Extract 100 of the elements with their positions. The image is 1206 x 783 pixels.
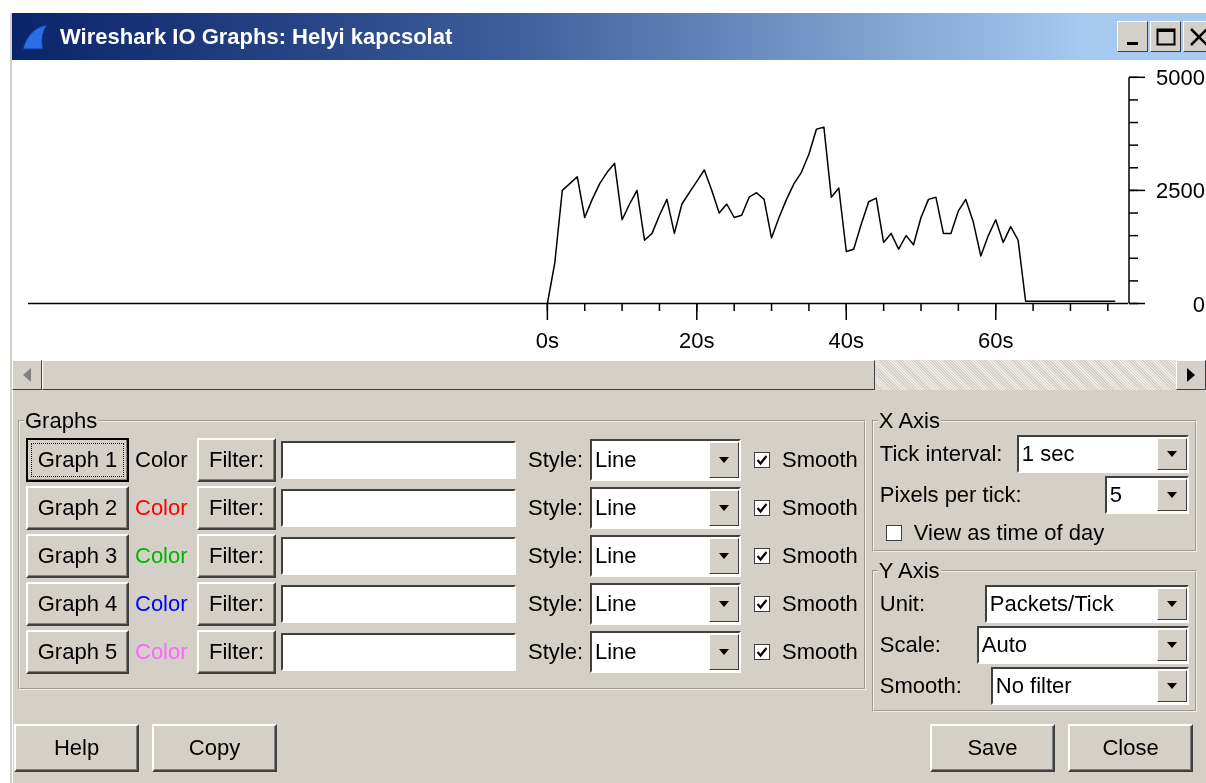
group-title: X Axis: [877, 408, 941, 434]
caret-icon: [719, 649, 729, 655]
y-tick-label: 5000: [1156, 65, 1205, 91]
style-label: Style:: [528, 591, 585, 617]
graph-button[interactable]: Graph 2: [26, 486, 129, 530]
scale-dropdown[interactable]: Auto: [976, 626, 1189, 664]
scroll-thumb[interactable]: [42, 360, 875, 390]
style-dropdown[interactable]: Line: [590, 535, 741, 577]
filter-field[interactable]: [281, 489, 516, 527]
field-label: Smooth:: [879, 673, 962, 699]
dropdown-button[interactable]: [1156, 670, 1187, 702]
scroll-left-button[interactable]: [12, 360, 42, 390]
filter-field[interactable]: [281, 441, 516, 479]
dialog-button[interactable]: Close: [1068, 724, 1193, 772]
color-label[interactable]: Color: [135, 447, 193, 473]
check-icon: [756, 502, 768, 514]
smooth-checkbox[interactable]: [754, 500, 770, 516]
filter-button[interactable]: Filter:: [197, 582, 276, 626]
dropdown-button[interactable]: [709, 634, 739, 670]
smooth-checkbox[interactable]: [754, 644, 770, 660]
dropdown-button[interactable]: [1156, 479, 1187, 511]
caret-icon: [1166, 601, 1177, 607]
close-button[interactable]: [1183, 21, 1206, 52]
field-label: Scale:: [879, 632, 941, 658]
filter-button[interactable]: Filter:: [197, 438, 276, 482]
field-label: Unit:: [879, 591, 926, 617]
filter-button[interactable]: Filter:: [197, 630, 276, 674]
style-label: Style:: [528, 495, 585, 521]
filter-field[interactable]: [281, 537, 516, 575]
filter-button[interactable]: Filter:: [197, 534, 276, 578]
checkbox-label: Smooth: [782, 543, 858, 569]
dropdown-button[interactable]: [709, 538, 739, 574]
y-tick-label: 2500: [1156, 178, 1205, 204]
smooth-dropdown[interactable]: No filter: [990, 667, 1189, 705]
unit-dropdown[interactable]: Packets/Tick: [984, 585, 1189, 623]
horizontal-scrollbar[interactable]: [12, 360, 1206, 390]
dialog-button[interactable]: Save: [930, 724, 1055, 772]
caret-icon: [719, 601, 729, 607]
caret-icon: [719, 457, 729, 463]
smooth-checkbox[interactable]: [754, 452, 770, 468]
smooth-checkbox[interactable]: [754, 548, 770, 564]
checkbox-label: View as time of day: [913, 520, 1105, 546]
style-dropdown[interactable]: Line: [590, 487, 741, 529]
style-label: Style:: [528, 639, 585, 665]
minimize-icon: [1127, 42, 1138, 45]
checkbox-label: Smooth: [782, 495, 858, 521]
style-dropdown[interactable]: Line: [590, 583, 741, 625]
check-icon: [756, 646, 768, 658]
left-arrow-icon: [23, 368, 31, 382]
graph-button[interactable]: Graph 1: [26, 438, 129, 482]
group-title: Graphs: [24, 408, 99, 434]
check-icon: [756, 550, 768, 562]
color-label[interactable]: Color: [135, 591, 193, 617]
caret-icon: [719, 553, 729, 559]
y-tick-label: 0: [1192, 291, 1205, 317]
field-label: Tick interval:: [879, 441, 1003, 467]
maximize-button[interactable]: [1150, 21, 1181, 52]
minimize-button[interactable]: [1117, 21, 1148, 52]
dialog-button[interactable]: Help: [14, 724, 139, 772]
dropdown-button[interactable]: [709, 442, 739, 478]
caret-icon: [1166, 683, 1177, 689]
window-title: Wireshark IO Graphs: Helyi kapcsolat: [60, 23, 454, 50]
graph-button[interactable]: Graph 3: [26, 534, 129, 578]
checkbox-label: Smooth: [782, 591, 858, 617]
dropdown-button[interactable]: [709, 586, 739, 622]
tick-interval-dropdown[interactable]: 1 sec: [1016, 435, 1189, 473]
dropdown-button[interactable]: [709, 490, 739, 526]
time-of-day-checkbox[interactable]: [885, 525, 902, 541]
graph-button[interactable]: Graph 5: [26, 630, 129, 674]
filter-button[interactable]: Filter:: [197, 486, 276, 530]
dialog-button[interactable]: Copy: [152, 724, 277, 772]
check-icon: [756, 454, 768, 466]
x-tick-label: 60s: [978, 328, 1014, 353]
smooth-checkbox[interactable]: [754, 596, 770, 612]
style-dropdown[interactable]: Line: [590, 631, 741, 673]
style-dropdown[interactable]: Line: [590, 439, 741, 481]
right-arrow-icon: [1187, 368, 1195, 382]
filter-field[interactable]: [281, 585, 516, 623]
x-tick-label: 40s: [828, 328, 864, 353]
fin-icon: [20, 22, 48, 51]
check-icon: [756, 598, 768, 610]
x-tick-label: 20s: [679, 328, 715, 353]
maximize-icon: [1155, 27, 1176, 46]
checkbox-label: Smooth: [782, 639, 858, 665]
dropdown-button[interactable]: [1156, 438, 1187, 470]
field-label: Pixels per tick:: [879, 482, 1022, 508]
dropdown-button[interactable]: [1156, 588, 1187, 620]
dropdown-button[interactable]: [1156, 629, 1187, 661]
caret-icon: [1166, 642, 1177, 648]
checkbox-label: Smooth: [782, 447, 858, 473]
x-tick-label: 0s: [535, 328, 559, 353]
filter-field[interactable]: [281, 633, 516, 671]
caret-icon: [1166, 492, 1177, 498]
close-icon: [1188, 26, 1206, 47]
style-label: Style:: [528, 543, 585, 569]
graph-button[interactable]: Graph 4: [26, 582, 129, 626]
pixels-per-tick-dropdown[interactable]: 5: [1104, 476, 1189, 514]
group-title: Y Axis: [877, 558, 941, 584]
caret-icon: [719, 505, 729, 511]
scroll-right-button[interactable]: [1176, 360, 1206, 390]
